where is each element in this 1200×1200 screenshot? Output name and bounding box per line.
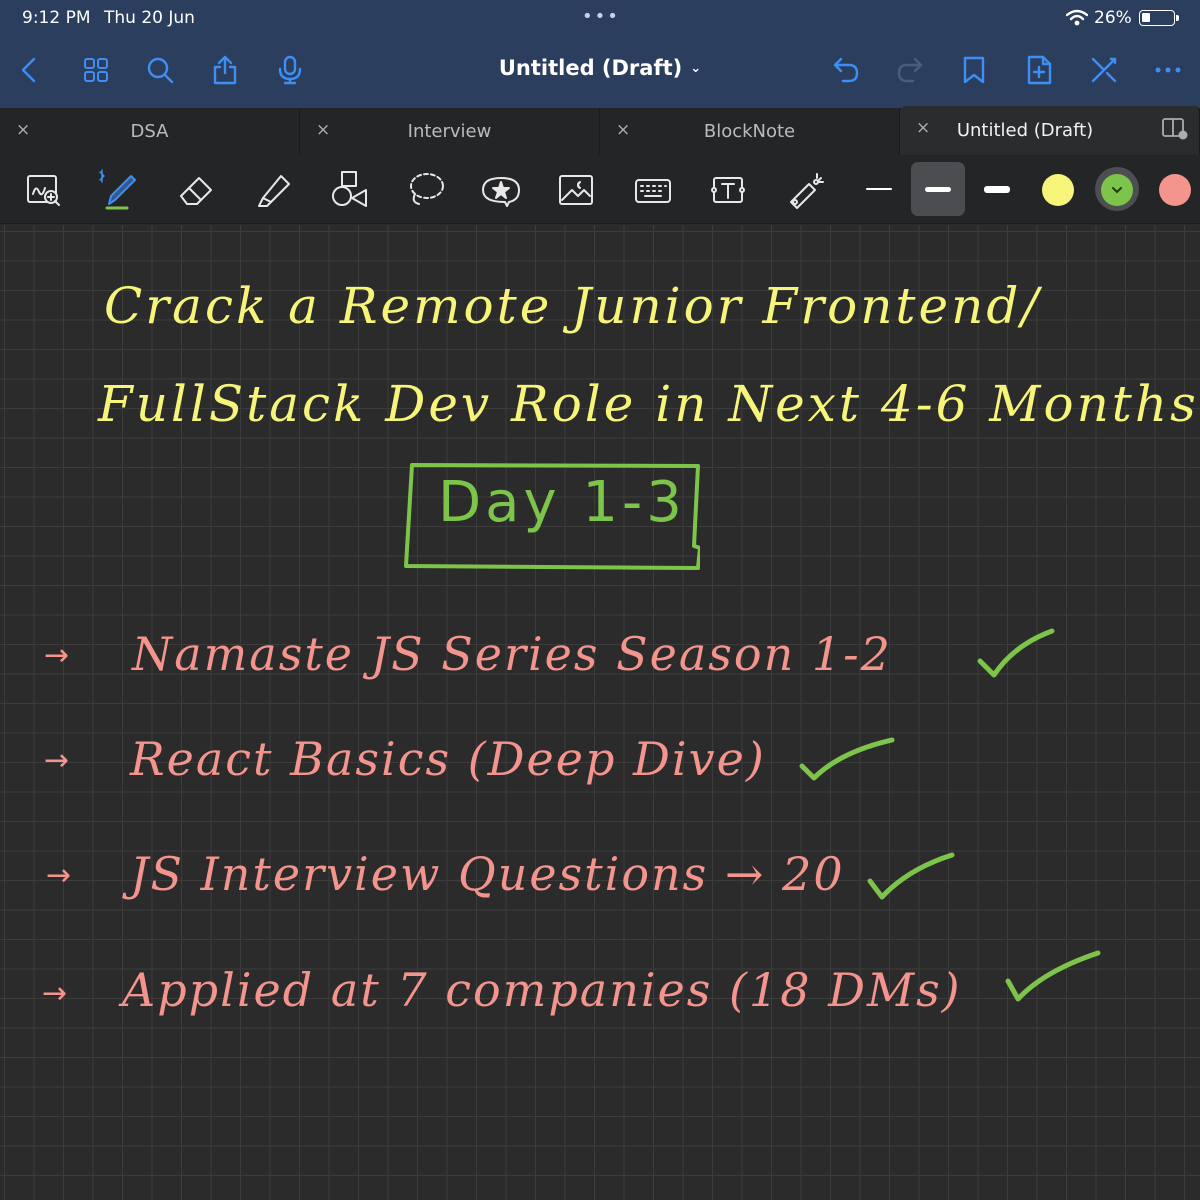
line-width-thin[interactable] [852,162,906,216]
document-tabs: × DSA × Interview × BlockNote × Untitled… [0,106,1200,155]
checkmark-icon [867,852,955,900]
split-view-icon[interactable] [1162,118,1188,140]
tab-dsa[interactable]: × DSA [0,108,300,155]
laser-pointer-icon [790,173,824,209]
thin-line-icon [866,188,892,190]
drawing-toolbar [0,155,1200,224]
checkmark-icon [1005,950,1101,1002]
undo-icon [833,57,859,83]
back-icon [21,57,36,83]
share-icon [213,55,237,85]
thumbnails-button[interactable] [78,52,114,88]
chevron-down-icon [1112,187,1122,194]
medium-line-icon [925,186,951,192]
redo-icon [897,57,923,83]
shapes-tool[interactable] [325,165,375,215]
status-bar: 9:12 PM Thu 20 Jun ••• 26% [0,0,1200,36]
note-title-line-1: Crack a Remote Junior Frontend/ [104,277,1042,335]
lasso-tool[interactable] [400,165,450,215]
more-button[interactable] [1150,52,1186,88]
zoom-window-tool[interactable] [19,165,69,215]
color-swatch-pink[interactable] [1159,174,1191,206]
image-tool[interactable] [551,165,601,215]
image-icon [559,175,593,205]
redo-button[interactable] [892,52,928,88]
bullet-arrow: → [46,858,72,893]
note-title-line-2: FullStack Dev Role in Next 4-6 Months [98,375,1199,433]
multitasking-dots-icon[interactable]: ••• [582,6,620,27]
status-date: Thu 20 Jun [104,8,195,28]
bullet-arrow: → [44,638,70,673]
microphone-icon [278,55,302,85]
highlighter-icon [258,175,290,207]
battery-percent: 26% [1094,8,1132,28]
note-canvas[interactable]: Crack a Remote Junior Frontend/ FullStac… [0,225,1200,1200]
tab-label: DSA [130,121,169,142]
shapes-icon [332,171,367,207]
battery-level [1142,13,1150,22]
search-button[interactable] [142,52,178,88]
text-box-icon [711,177,745,203]
battery-nub [1176,15,1179,21]
grid-icon [84,58,108,82]
keyboard-icon [635,179,671,203]
day-label: Day 1-3 [438,470,686,535]
tab-label: Untitled (Draft) [956,120,1094,141]
color-swatch-yellow[interactable] [1042,174,1074,206]
search-icon [147,57,174,84]
share-button[interactable] [207,52,243,88]
sticker-tool[interactable] [476,165,526,215]
document-title-menu[interactable]: Untitled (Draft) ⌄ [420,56,780,80]
undo-button[interactable] [828,52,864,88]
chevron-down-icon: ⌄ [690,61,702,76]
bullet-arrow: → [42,976,68,1011]
pen-settings-button[interactable] [1086,52,1122,88]
laser-pointer-tool[interactable] [780,165,830,215]
checkmark-icon [977,628,1055,678]
back-button[interactable] [12,52,48,88]
zoom-window-icon [27,175,60,206]
add-page-icon [1027,55,1052,85]
bullet-arrow: → [44,743,70,778]
task-item-2: React Basics (Deep Dive) [130,732,766,786]
tab-blocknote[interactable]: × BlockNote [600,108,900,155]
thick-line-icon [984,185,1010,193]
battery-icon [1139,10,1175,26]
tab-interview[interactable]: × Interview [300,108,600,155]
bookmark-icon [963,56,985,84]
microphone-button[interactable] [272,52,308,88]
task-item-3: JS Interview Questions → 20 [130,847,845,901]
more-icon [1155,67,1181,73]
navigation-toolbar: Untitled (Draft) ⌄ [0,36,1200,108]
task-item-4: Applied at 7 companies (18 DMs) [122,963,962,1017]
document-title: Untitled (Draft) [498,56,683,80]
status-time: 9:12 PM [22,8,91,28]
lasso-icon [410,173,444,205]
task-item-1: Namaste JS Series Season 1-2 [132,627,892,681]
eraser-icon [180,177,212,205]
tab-label: Interview [407,121,492,142]
tab-untitled-draft[interactable]: × Untitled (Draft) [900,106,1200,155]
pen-icon [99,169,136,210]
keyboard-tool[interactable] [628,165,678,215]
text-box-tool[interactable] [703,165,753,215]
eraser-tool[interactable] [170,165,220,215]
wifi-icon [1066,9,1088,26]
line-width-thick[interactable] [970,162,1024,216]
color-swatch-green[interactable] [1101,174,1133,206]
bookmark-button[interactable] [956,52,992,88]
checkmark-icon [799,737,895,781]
tab-label: BlockNote [703,121,796,142]
sticker-icon [482,177,520,207]
pen-tool[interactable] [94,165,144,215]
close-pen-icon [1091,57,1117,83]
line-width-medium[interactable] [911,162,965,216]
add-page-button[interactable] [1021,52,1057,88]
highlighter-tool[interactable] [248,165,298,215]
